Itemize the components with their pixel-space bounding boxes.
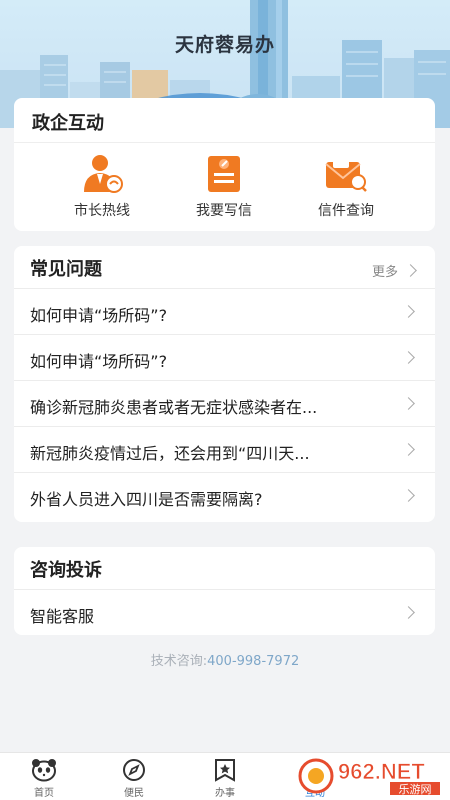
support-phone-link[interactable]: 400-998-7972 [207,654,299,669]
watermark-subtext: 乐游网 [399,783,432,796]
faq-header: 常见问题 更多 [14,246,435,288]
faq-item-text: 确诊新冠肺炎患者或者无症状感染者在... [30,398,318,417]
tab-services[interactable]: 办事 [195,758,255,799]
interaction-title: 政企互动 [32,113,104,134]
interaction-card: 政企互动 市长热线 我要写信 信件查询 [14,98,435,231]
faq-item-text: 外省人员进入四川是否需要隔离? [30,490,263,509]
faq-item[interactable]: 确诊新冠肺炎患者或者无症状感染者在... [14,380,435,426]
more-link[interactable]: 更多 [371,261,417,280]
letter-query-button[interactable]: 信件查询 [291,154,401,220]
chevron-right-icon [402,397,415,410]
faq-item-text: 如何申请“场所码”? [30,306,168,325]
panda-home-icon [32,759,56,782]
tab-home[interactable]: 首页 [14,758,74,799]
tab-convenience[interactable]: 便民 [104,758,164,799]
mayor-hotline-button[interactable]: 市长热线 [47,154,157,220]
tab-home-label: 首页 [34,788,54,799]
write-letter-label: 我要写信 [196,203,252,219]
tab-services-label: 办事 [215,788,235,799]
divider [14,142,435,143]
letter-query-label: 信件查询 [318,203,374,219]
chevron-right-icon [402,489,415,502]
faq-item-text: 新冠肺炎疫情过后，还会用到“四川天... [30,444,310,463]
faq-card: 常见问题 更多 如何申请“场所码”? 如何申请“场所码”? 确诊新冠肺炎患者或者… [14,246,435,522]
app-title: 天府蓉易办 [174,34,275,56]
chevron-right-icon [402,443,415,456]
mayor-hotline-icon [84,155,123,193]
letter-query-icon [325,158,367,192]
support-label: 技术咨询: [150,654,208,669]
tab-convenience-label: 便民 [124,788,144,799]
more-label: 更多 [371,265,398,280]
consult-card: 咨询投诉 智能客服 [14,547,435,635]
write-letter-button[interactable]: 我要写信 [169,154,279,220]
chevron-right-icon [402,606,415,619]
chevron-right-icon [402,351,415,364]
smart-service-item[interactable]: 智能客服 [14,589,435,635]
write-letter-icon [208,156,240,192]
mayor-hotline-label: 市长热线 [74,203,130,219]
consult-title: 咨询投诉 [30,560,102,581]
watermark-logo: 962.NET 乐游网 [294,752,444,796]
watermark-text: 962.NET [338,759,425,784]
smart-service-label: 智能客服 [30,607,95,626]
faq-item[interactable]: 新冠肺炎疫情过后，还会用到“四川天... [14,426,435,472]
faq-item[interactable]: 如何申请“场所码”? [14,334,435,380]
faq-title: 常见问题 [30,259,102,280]
faq-item-text: 如何申请“场所码”? [30,352,168,371]
support-contact: 技术咨询:400-998-7972 [0,650,450,669]
faq-item[interactable]: 如何申请“场所码”? [14,288,435,334]
compass-icon [123,759,145,781]
chevron-right-icon [404,264,417,277]
chevron-right-icon [402,305,415,318]
bookmark-star-icon [215,759,235,782]
faq-item[interactable]: 外省人员进入四川是否需要隔离? [14,472,435,518]
